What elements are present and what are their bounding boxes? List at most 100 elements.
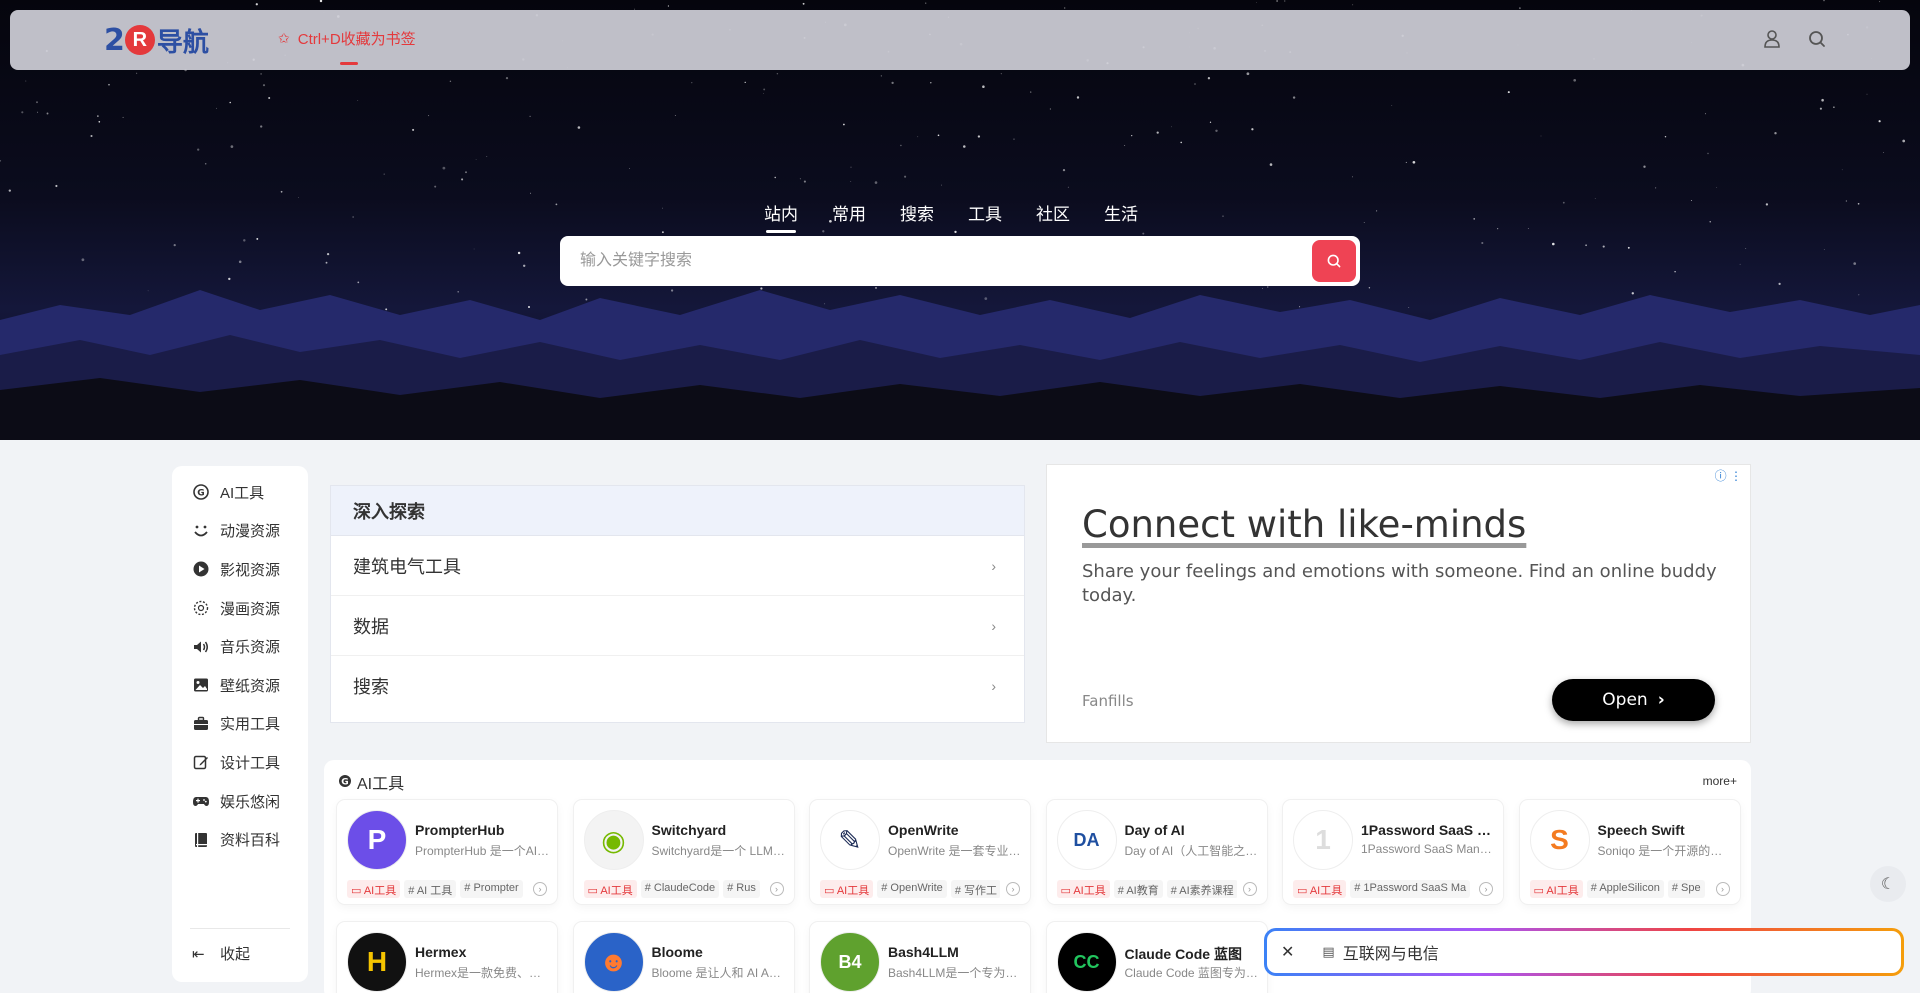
notice-text[interactable]: 互联网与电信	[1343, 940, 1439, 964]
keyword-tag[interactable]: # Prompter	[460, 880, 523, 898]
explore-row[interactable]: 数据 ›	[331, 596, 1024, 656]
sidebar-item-label: 影视资源	[220, 561, 281, 579]
sidebar-item[interactable]: 壁纸资源	[172, 666, 308, 705]
tool-name[interactable]: 1Password SaaS Manager	[1361, 822, 1496, 838]
tool-name[interactable]: Bash4LLM	[888, 944, 1023, 960]
ad-open-button[interactable]: Open ›	[1552, 679, 1715, 721]
keyword-tag[interactable]: # 写作工	[950, 880, 1000, 898]
search-tab[interactable]: 工具	[968, 200, 1002, 225]
keyword-tag[interactable]: # OpenWrite	[877, 880, 947, 898]
category-tag[interactable]: ▭ AI工具	[1056, 880, 1110, 898]
dark-mode-toggle[interactable]: ☾	[1870, 866, 1906, 902]
keyword-tag[interactable]: # Spe	[1667, 880, 1705, 898]
search-input[interactable]	[560, 236, 1312, 286]
keyword-tag[interactable]: # AppleSilicon	[1586, 880, 1664, 898]
sidebar-item[interactable]: G AI工具	[172, 473, 308, 512]
arrow-right-icon[interactable]: ›	[1242, 882, 1257, 896]
category-tag[interactable]: ▭ AI工具	[820, 880, 874, 898]
keyword-tag[interactable]: # ClaudeCode	[640, 880, 720, 898]
tool-name[interactable]: OpenWrite	[888, 822, 1023, 838]
user-icon[interactable]	[1762, 29, 1784, 51]
section-title-text: AI工具	[357, 776, 405, 793]
search-tab[interactable]: 社区	[1036, 200, 1070, 225]
bookmark-hint[interactable]: ✩ Ctrl+D收藏为书签	[278, 28, 416, 49]
keyword-tag[interactable]: # AI教育	[1113, 880, 1163, 898]
logo-number: 2	[104, 22, 125, 58]
tool-name[interactable]: Claude Code 蓝图	[1125, 944, 1260, 964]
tool-avatar: CC	[1056, 932, 1117, 992]
tool-card[interactable]: ☻ Bloome Bloome 是让人和 AI Agent 协作	[573, 922, 794, 993]
tool-name[interactable]: Day of AI	[1125, 822, 1260, 838]
site-logo[interactable]: 2 R 导航	[104, 22, 209, 58]
keyword-tag[interactable]: # AI素养课程	[1166, 880, 1237, 898]
category-tag[interactable]: ▭ AI工具	[1529, 880, 1583, 898]
sidebar-item[interactable]: 设计工具	[172, 743, 308, 782]
arrow-right-icon[interactable]: ›	[769, 882, 784, 896]
tool-name[interactable]: Speech Swift	[1598, 822, 1733, 838]
tool-avatar: ☻	[583, 932, 644, 992]
tool-card[interactable]: H Hermex Hermex是一款免费、开源的工具	[337, 922, 557, 993]
more-link[interactable]: more+	[1703, 774, 1737, 788]
tool-description: Soniqo 是一个开源的语音工具	[1597, 844, 1733, 858]
search-button[interactable]	[1312, 240, 1356, 282]
image-icon	[192, 676, 210, 694]
tool-card[interactable]: CC Claude Code 蓝图 Claude Code 蓝图专为开发者	[1046, 922, 1267, 993]
book-icon	[192, 831, 210, 849]
collapse-button[interactable]: ⇤ 收起	[192, 943, 250, 964]
g-circle-icon: G	[192, 483, 210, 501]
sidebar-item-label: 音乐资源	[220, 639, 281, 657]
keyword-tag[interactable]: # 1Password SaaS Ma	[1350, 880, 1471, 898]
tool-avatar: ◉	[583, 810, 644, 870]
tool-card[interactable]: ◉SwitchyardSwitchyard是一个 LLM 路由工具▭ AI工具#…	[573, 800, 794, 904]
chevron-right-icon: ›	[991, 678, 996, 694]
sidebar-item[interactable]: 动漫资源	[172, 512, 308, 551]
logo-letter-badge: R	[124, 25, 155, 55]
sidebar-item[interactable]: 音乐资源	[172, 627, 308, 666]
arrow-right-icon[interactable]: ›	[1006, 882, 1020, 896]
explore-row[interactable]: 建筑电气工具 ›	[331, 536, 1024, 596]
sidebar-item[interactable]: 漫画资源	[172, 589, 308, 628]
keyword-tag[interactable]: # Rus	[723, 880, 760, 898]
category-tag[interactable]: ▭ AI工具	[1293, 880, 1347, 898]
collapse-icon: ⇤	[192, 945, 205, 963]
tool-card[interactable]: 1 1Password SaaS Manager 1Password SaaS Ma…	[1283, 800, 1503, 904]
ad-open-label: Open	[1602, 690, 1648, 710]
tool-card[interactable]: DA Day of AI Day of AI（人工智能之日） ▭ AI工具 # AI教育…	[1046, 800, 1267, 904]
search-tab[interactable]: 站内	[764, 200, 798, 233]
sidebar-item[interactable]: 资料百科	[172, 820, 308, 859]
category-tag[interactable]: ▭ AI工具	[347, 880, 401, 898]
sidebar-item[interactable]: 实用工具	[172, 705, 308, 744]
explore-row[interactable]: 搜索 ›	[331, 656, 1024, 716]
tool-card[interactable]: ✎ OpenWrite OpenWrite 是一套专业写作工具 ▭ AI工具# Ope…	[810, 800, 1030, 904]
tool-name[interactable]: Hermex	[415, 944, 550, 960]
ad-title[interactable]: Connect with like-minds	[1082, 503, 1526, 546]
tool-name[interactable]: Switchyard	[652, 822, 787, 838]
search-tab[interactable]: 生活	[1104, 200, 1138, 225]
search-tab[interactable]: 常用	[832, 200, 866, 225]
tool-name[interactable]: Bloome	[652, 944, 787, 960]
ad-banner[interactable]: ⓘ ⋮ Connect with like-minds Share your f…	[1046, 464, 1751, 743]
ad-info-icon[interactable]: ⓘ ⋮	[1715, 467, 1742, 484]
comic-icon	[192, 599, 210, 617]
tool-avatar: P	[347, 810, 407, 870]
arrow-right-icon[interactable]: ›	[1715, 882, 1730, 896]
tool-card[interactable]: S Speech Swift Soniqo 是一个开源的语音工具 ▭ AI工具# Ap…	[1519, 800, 1740, 904]
arrow-right-icon[interactable]: ›	[1479, 882, 1493, 896]
top-navbar: 2 R 导航 ✩ Ctrl+D收藏为书签	[10, 10, 1910, 70]
tool-card[interactable]: P PrompterHub PrompterHub 是一个AI提示词平台 ▭ AI工具…	[337, 800, 557, 904]
search-icon[interactable]	[1807, 29, 1829, 51]
tool-description: Switchyard是一个 LLM 路由工具	[651, 844, 787, 858]
g-circle-icon: G	[338, 774, 352, 791]
close-icon[interactable]: ✕	[1281, 942, 1294, 962]
search-tab[interactable]: 搜索	[900, 200, 934, 225]
sidebar-item[interactable]: 娱乐悠闲	[172, 782, 308, 821]
keyword-tag[interactable]: # AI 工具	[404, 880, 457, 898]
tool-name[interactable]: PrompterHub	[415, 822, 550, 838]
tool-avatar: B4	[820, 932, 880, 992]
category-tag[interactable]: ▭ AI工具	[583, 880, 637, 898]
sidebar-item[interactable]: 影视资源	[172, 550, 308, 589]
arrow-right-icon[interactable]: ›	[533, 882, 547, 896]
tool-card[interactable]: B4 Bash4LLM Bash4LLM是一个专为LLM设计	[810, 922, 1030, 993]
tool-tags: ▭ AI工具 # OpenWrite # 写作工	[820, 880, 1000, 898]
tool-description: OpenWrite 是一套专业写作工具	[888, 844, 1023, 858]
